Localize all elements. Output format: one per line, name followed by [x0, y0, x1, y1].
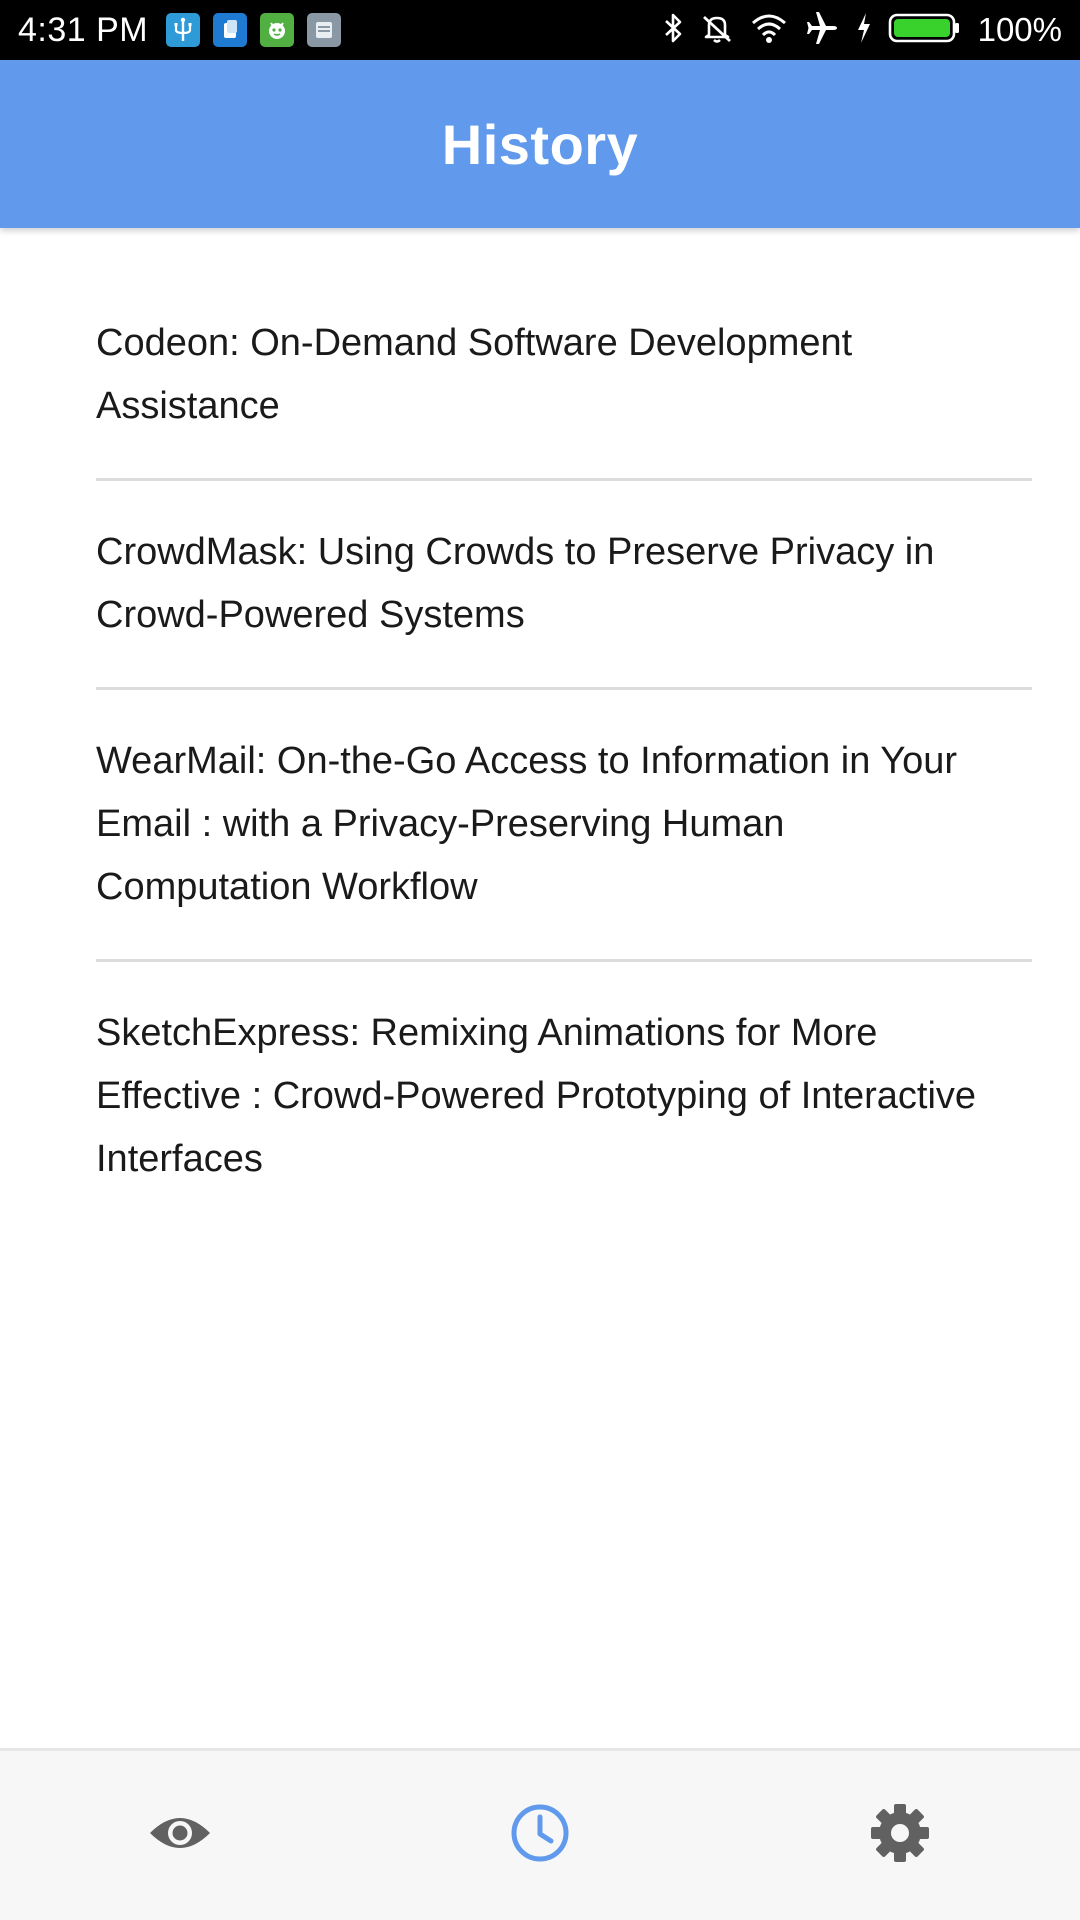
mute-icon [700, 11, 734, 50]
history-item-title: WearMail: On-the-Go Access to Informatio… [96, 740, 958, 908]
battery-percent: 100% [977, 11, 1062, 48]
gear-icon [869, 1802, 931, 1869]
status-time: 4:31 PM [18, 10, 149, 49]
history-screen: 4:31 PM 100% History Codeon: On-Demand S… [0, 0, 1080, 1920]
history-item-title: Codeon: On-Demand Software Development A… [96, 322, 853, 427]
status-bar: 4:31 PM 100% [0, 0, 1080, 60]
system-status-icons: 100% [662, 11, 1062, 50]
bluetooth-icon [662, 11, 684, 50]
clock-icon [509, 1802, 571, 1869]
history-item-title: SketchExpress: Remixing Animations for M… [96, 1012, 977, 1180]
wifi-icon [750, 12, 788, 49]
bottom-navigation [0, 1748, 1080, 1920]
history-list: Codeon: On-Demand Software Development A… [96, 228, 1032, 1231]
charging-icon [856, 12, 872, 49]
blue-app-icon [213, 13, 248, 47]
notification-icons [166, 13, 342, 47]
usb-debug-icon [166, 13, 201, 47]
list-item[interactable]: WearMail: On-the-Go Access to Informatio… [96, 690, 1032, 962]
list-item[interactable]: CrowdMask: Using Crowds to Preserve Priv… [96, 481, 1032, 690]
app-bar: History [0, 60, 1080, 228]
nav-button-settings[interactable] [720, 1751, 1080, 1920]
android-icon [260, 13, 295, 47]
airplane-icon [804, 11, 840, 50]
list-item[interactable]: SketchExpress: Remixing Animations for M… [96, 962, 1032, 1231]
battery-icon [888, 12, 962, 49]
list-item[interactable]: Codeon: On-Demand Software Development A… [96, 228, 1032, 481]
nav-button-history[interactable] [360, 1751, 720, 1920]
nav-button-view[interactable] [0, 1751, 360, 1920]
storage-icon [307, 13, 342, 47]
eye-icon [147, 1811, 213, 1860]
page-title: History [441, 112, 639, 176]
history-item-title: CrowdMask: Using Crowds to Preserve Priv… [96, 531, 935, 636]
